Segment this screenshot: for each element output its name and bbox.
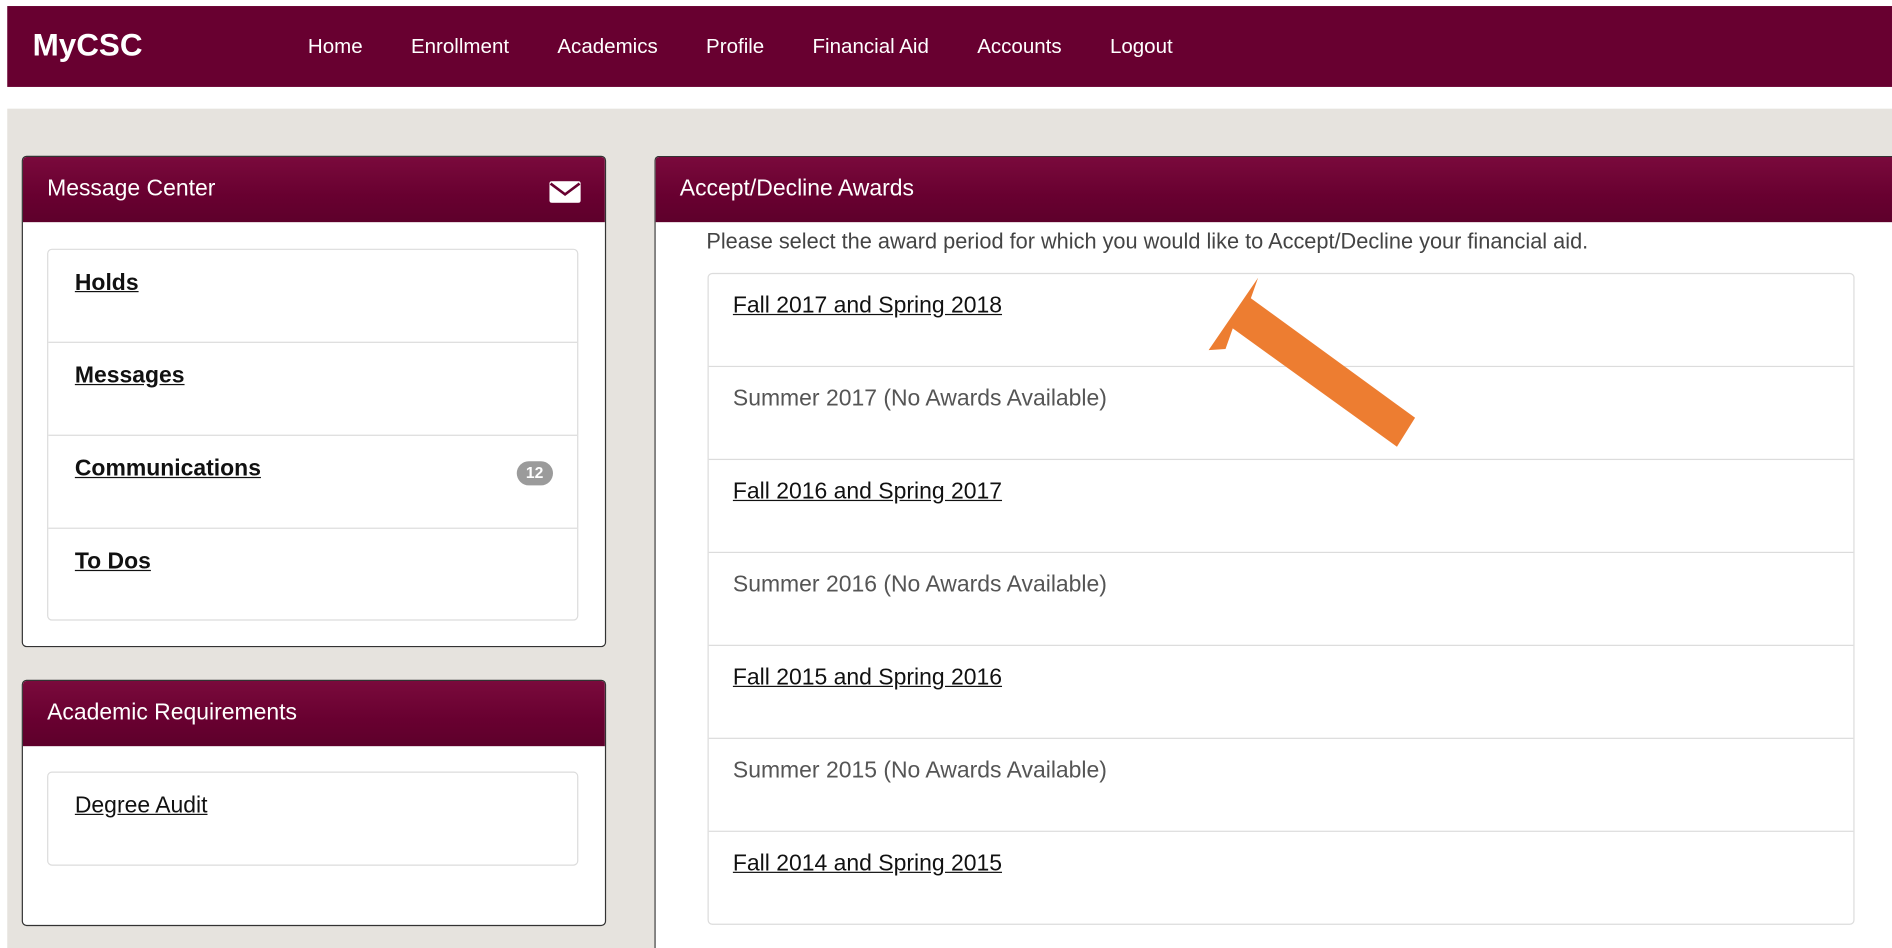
academic-requirements-title: Academic Requirements xyxy=(47,700,298,726)
awards-instruction: Please select the award period for which… xyxy=(706,229,1589,254)
award-period-item: Summer 2016 (No Awards Available) xyxy=(708,553,1854,646)
award-period-item[interactable]: Fall 2017 and Spring 2018 xyxy=(708,274,1854,368)
todos-link[interactable]: To Dos xyxy=(75,549,151,576)
brand-logo[interactable]: MyCSC xyxy=(33,27,143,63)
nav-accounts[interactable]: Accounts xyxy=(953,34,1086,58)
message-item-todos[interactable]: To Dos xyxy=(48,529,577,622)
award-period-list: Fall 2017 and Spring 2018 Summer 2017 (N… xyxy=(707,272,1855,925)
award-period-unavailable: Summer 2016 (No Awards Available) xyxy=(732,572,1107,598)
academic-requirements-panel: Academic Requirements Degree Audit xyxy=(21,679,607,927)
message-center-panel: Message Center Holds Messages Communicat… xyxy=(21,155,607,648)
message-center-header: Message Center xyxy=(22,156,605,223)
award-period-link[interactable]: Fall 2014 and Spring 2015 xyxy=(733,851,1002,878)
award-period-unavailable: Summer 2015 (No Awards Available) xyxy=(732,758,1107,784)
page: MyCSC Home Enrollment Academics Profile … xyxy=(0,0,1892,948)
awards-panel: Accept/Decline Awards Please select the … xyxy=(654,155,1892,948)
message-item-communications[interactable]: Communications 12 xyxy=(48,436,578,529)
award-period-link[interactable]: Fall 2017 and Spring 2018 xyxy=(733,293,1002,320)
message-list: Holds Messages Communications 12 To Dos xyxy=(47,248,579,622)
nav-logout[interactable]: Logout xyxy=(1086,34,1197,58)
nav-menu: Home Enrollment Academics Profile Financ… xyxy=(284,6,1197,87)
nav-financial-aid[interactable]: Financial Aid xyxy=(788,34,953,58)
degree-audit-item[interactable]: Degree Audit xyxy=(48,773,577,867)
nav-profile[interactable]: Profile xyxy=(682,34,788,58)
message-item-messages[interactable]: Messages xyxy=(48,343,578,436)
messages-link[interactable]: Messages xyxy=(75,363,185,390)
award-period-item[interactable]: Fall 2014 and Spring 2015 xyxy=(709,832,1854,925)
award-period-item[interactable]: Fall 2015 and Spring 2016 xyxy=(708,646,1854,739)
award-period-link[interactable]: Fall 2016 and Spring 2017 xyxy=(733,479,1002,506)
award-period-item: Summer 2015 (No Awards Available) xyxy=(708,739,1854,832)
academic-requirements-list: Degree Audit xyxy=(47,771,579,867)
award-period-item[interactable]: Fall 2016 and Spring 2017 xyxy=(708,460,1854,553)
envelope-icon[interactable] xyxy=(549,181,581,203)
nav-enrollment[interactable]: Enrollment xyxy=(387,34,533,58)
award-period-link[interactable]: Fall 2015 and Spring 2016 xyxy=(733,665,1002,692)
nav-academics[interactable]: Academics xyxy=(533,34,682,58)
communications-count-badge: 12 xyxy=(516,461,553,486)
top-navbar: MyCSC Home Enrollment Academics Profile … xyxy=(7,6,1892,87)
communications-link[interactable]: Communications xyxy=(75,456,261,483)
academic-requirements-header: Academic Requirements xyxy=(22,680,605,747)
message-item-holds[interactable]: Holds xyxy=(48,250,578,343)
award-period-unavailable: Summer 2017 (No Awards Available) xyxy=(732,386,1107,412)
awards-header: Accept/Decline Awards xyxy=(655,156,1892,223)
message-center-title: Message Center xyxy=(47,176,216,202)
awards-title: Accept/Decline Awards xyxy=(679,176,914,202)
nav-home[interactable]: Home xyxy=(284,34,387,58)
holds-link[interactable]: Holds xyxy=(75,270,139,297)
award-period-item: Summer 2017 (No Awards Available) xyxy=(708,367,1854,461)
degree-audit-link[interactable]: Degree Audit xyxy=(75,793,208,820)
